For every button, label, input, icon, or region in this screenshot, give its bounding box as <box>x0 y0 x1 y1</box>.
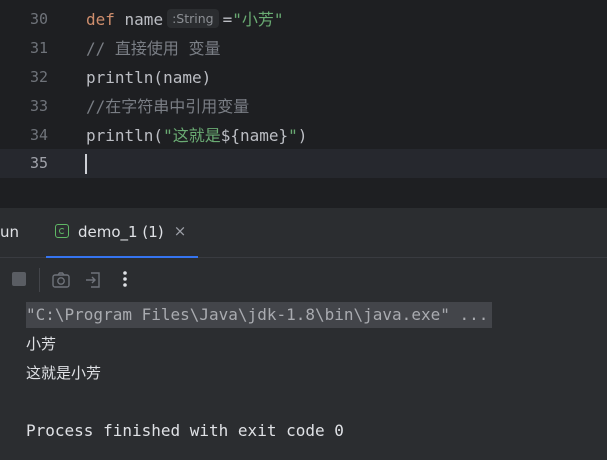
code-line-30[interactable]: def name:String ="小芳" <box>86 5 284 34</box>
string-literal-close: " <box>288 126 298 145</box>
tab-label: demo_1 (1) <box>78 223 164 241</box>
toolbar-separator <box>39 268 40 292</box>
assign-operator: = <box>222 10 233 29</box>
run-tool-window: un demo_1 (1) × "C:\Program Files\Java\j… <box>0 208 607 460</box>
call-prefix: println( <box>86 126 164 145</box>
line-number-gutter: 30 31 32 33 34 35 <box>0 0 58 178</box>
tab-demo-1[interactable]: demo_1 (1) × <box>46 208 198 258</box>
console-output[interactable]: "C:\Program Files\Java\jdk-1.8\bin\java.… <box>0 302 607 460</box>
tool-window-header: un demo_1 (1) × <box>0 208 607 258</box>
variable-name: name <box>114 10 164 29</box>
code-line-33[interactable]: //在字符串中引用变量 <box>86 92 249 121</box>
call-suffix: ) <box>297 126 308 145</box>
line-number: 34 <box>29 126 48 144</box>
line-number: 30 <box>29 10 48 28</box>
line-number: 33 <box>29 97 48 115</box>
text-caret <box>85 154 87 174</box>
line-number: 32 <box>29 68 48 86</box>
code-editor[interactable]: 30 31 32 33 34 35 def name:String ="小芳" /… <box>0 0 607 178</box>
exit-icon[interactable] <box>83 270 103 290</box>
groovy-run-config-icon <box>55 224 69 238</box>
string-interpolation: ${name} <box>220 126 289 145</box>
tool-window-title: un <box>0 223 20 241</box>
console-toolbar <box>0 258 607 302</box>
code-line-32[interactable]: println(name) <box>86 63 211 92</box>
string-literal: "小芳" <box>232 10 284 29</box>
keyword-def: def <box>86 10 115 29</box>
console-output-line: 小芳 <box>26 335 57 353</box>
stop-icon[interactable] <box>12 272 26 286</box>
camera-icon[interactable] <box>51 270 71 290</box>
current-line-highlight <box>0 149 607 178</box>
console-output-line: 这就是小芳 <box>26 364 102 382</box>
console-exit-status: Process finished with exit code 0 <box>26 421 344 440</box>
code-line-31[interactable]: // 直接使用 变量 <box>86 34 221 63</box>
string-literal: "这就是 <box>163 126 221 145</box>
close-icon[interactable]: × <box>172 221 188 241</box>
console-command-line[interactable]: "C:\Program Files\Java\jdk-1.8\bin\java.… <box>26 302 493 328</box>
line-number-current: 35 <box>29 154 48 172</box>
code-line-34[interactable]: println("这就是${name}") <box>86 121 307 150</box>
line-number: 31 <box>29 39 48 57</box>
type-inlay-hint: :String <box>167 9 219 28</box>
more-icon[interactable] <box>116 268 134 290</box>
splitter[interactable] <box>0 178 607 208</box>
